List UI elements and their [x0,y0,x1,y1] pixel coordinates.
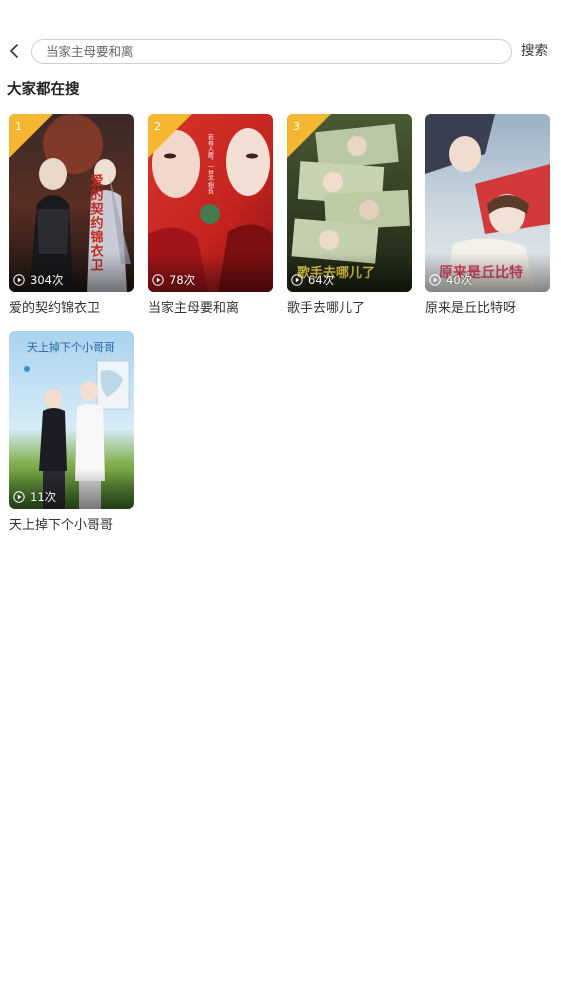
search-button[interactable]: 搜索 [521,41,548,61]
svg-text:天上掉下个小哥哥: 天上掉下个小哥哥 [27,340,115,354]
play-circle-icon [429,274,441,286]
poster: 爱的契约锦衣卫 1 304次 [9,114,134,292]
play-count: 64次 [291,273,334,287]
drama-card[interactable]: 爱的契约锦衣卫 1 304次 爱的契约锦衣卫 [9,114,134,318]
search-box[interactable] [31,39,512,64]
rank-number: 3 [293,120,300,133]
drama-title: 天上掉下个小哥哥 [9,518,114,533]
play-count: 40次 [429,273,472,287]
play-count: 11次 [13,490,56,504]
play-circle-icon [13,491,25,503]
play-count-text: 11次 [30,490,57,504]
rank-badge: 3 [287,114,331,158]
section-title: 大家都在搜 [7,82,80,98]
drama-card[interactable]: 若有人愿，一世不相负 2 78次 当家主母要和离 [148,114,273,318]
drama-card[interactable]: 歌手去哪儿了 3 64次 歌手去哪儿了 [287,114,412,318]
search-header: 搜索 [0,36,561,66]
drama-title: 爱的契约锦衣卫 [9,301,101,316]
drama-title: 歌手去哪儿了 [287,301,366,316]
svg-text:若有人愿，一世不相负: 若有人愿，一世不相负 [207,133,214,195]
rank-number: 2 [154,120,161,133]
back-button[interactable] [4,38,24,64]
rank-number: 1 [15,120,22,133]
rank-badge: 1 [9,114,53,158]
drama-title: 当家主母要和离 [148,301,240,316]
poster: 歌手去哪儿了 3 64次 [287,114,412,292]
drama-card[interactable]: 原来是丘比特 40次 原来是丘比特呀 [425,114,550,318]
play-count-text: 78次 [169,273,196,287]
drama-card[interactable]: 天上掉下个小哥哥 11次 天上掉下个小哥哥 [9,331,134,535]
play-circle-icon [13,274,25,286]
poster: 若有人愿，一世不相负 2 78次 [148,114,273,292]
play-count-text: 64次 [308,273,335,287]
drama-title: 原来是丘比特呀 [425,301,517,316]
poster: 原来是丘比特 40次 [425,114,550,292]
poster: 天上掉下个小哥哥 11次 [9,331,134,509]
rank-badge: 2 [148,114,192,158]
back-arrow-icon [10,44,18,58]
play-count-text: 40次 [446,273,473,287]
play-count: 78次 [152,273,195,287]
play-circle-icon [152,274,164,286]
play-count: 304次 [13,273,63,287]
play-count-text: 304次 [30,273,64,287]
play-circle-icon [291,274,303,286]
search-input[interactable] [46,40,501,63]
